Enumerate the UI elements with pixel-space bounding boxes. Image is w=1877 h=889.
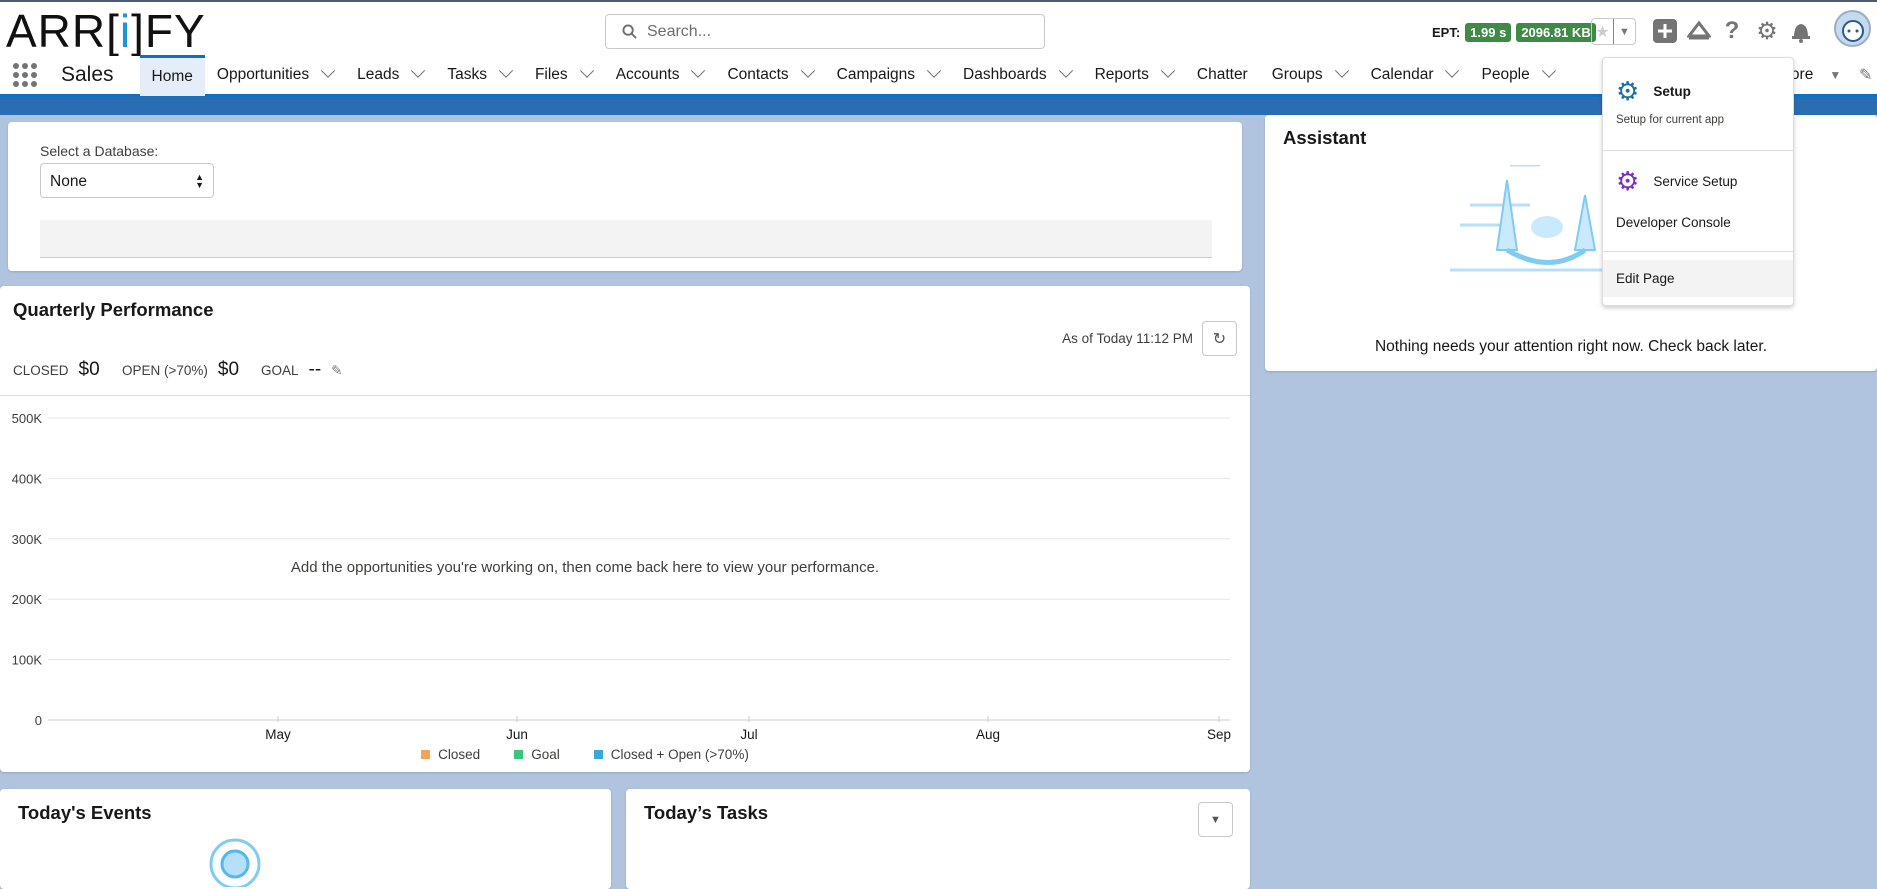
service-setup-gear-icon: ⚙: [1616, 166, 1640, 196]
legend-item[interactable]: Closed + Open (>70%): [593, 747, 749, 762]
nav-item-dashboards[interactable]: Dashboards: [951, 55, 1083, 96]
x-tick-label: Sep: [1207, 727, 1231, 742]
database-selector-card: Select a Database: None ▲ ▼: [8, 122, 1242, 271]
nav-item-leads[interactable]: Leads: [345, 55, 435, 96]
y-tick-label: 300K: [12, 532, 43, 547]
todays-events-card: Today's Events: [0, 789, 611, 889]
nav-item-contacts[interactable]: Contacts: [715, 55, 824, 96]
avatar[interactable]: [1834, 10, 1871, 47]
page-banner: [0, 97, 1877, 115]
favorites: ★ ▼: [1591, 18, 1636, 45]
chevron-down-icon[interactable]: [1541, 63, 1556, 78]
chevron-down-icon[interactable]: [691, 63, 706, 78]
setup-menu: ⚙ Setup Setup for current app ⚙ Service Se…: [1602, 57, 1794, 306]
logo[interactable]: ARR[i]FY: [6, 4, 206, 58]
chevron-down-icon[interactable]: [498, 63, 514, 78]
caret-down-icon: ▼: [1829, 68, 1842, 82]
nav-item-opportunities[interactable]: Opportunities: [205, 55, 345, 96]
nav-item-accounts[interactable]: Accounts: [604, 55, 716, 96]
menu-item-edit-page[interactable]: Edit Page: [1616, 271, 1675, 286]
ept-size-badge: 2096.81 KB: [1516, 23, 1596, 42]
refresh-icon: ↻: [1212, 330, 1227, 348]
chart-legend: Closed Goal Closed + Open (>70%): [0, 747, 1250, 762]
y-tick-label: 400K: [12, 471, 43, 486]
x-tick-label: May: [265, 727, 291, 742]
legend-swatch: [593, 750, 603, 759]
star-icon[interactable]: ★: [1592, 19, 1613, 44]
trailhead-icon[interactable]: [1686, 18, 1712, 44]
chevron-down-icon[interactable]: [1334, 63, 1349, 78]
edit-nav-pencil-icon[interactable]: ✎: [1859, 65, 1872, 85]
nav-item-calendar[interactable]: Calendar: [1359, 55, 1470, 96]
nav-item-home[interactable]: Home: [139, 54, 205, 96]
x-tick-label: Aug: [976, 727, 1000, 742]
x-tick-label: Jun: [506, 727, 528, 742]
app-name: Sales: [61, 63, 114, 86]
y-tick-label: 100K: [12, 653, 43, 668]
y-tick-label: 0: [35, 713, 42, 728]
ept-time-badge: 1.99 s: [1465, 23, 1512, 42]
menu-item-service-setup[interactable]: ⚙ Service Setup: [1616, 166, 1737, 197]
todays-tasks-card: Today’s Tasks ▼: [626, 789, 1250, 889]
events-illustration: [209, 838, 261, 887]
legend-item[interactable]: Goal: [514, 747, 560, 762]
y-tick-label: 500K: [12, 411, 43, 426]
database-select[interactable]: None ▲ ▼: [40, 163, 214, 198]
legend-swatch: [514, 750, 524, 759]
chevron-down-icon[interactable]: [1160, 63, 1175, 78]
chevron-down-icon[interactable]: [926, 63, 942, 78]
notifications-bell-icon[interactable]: [1788, 18, 1814, 44]
setup-gear-icon: ⚙: [1616, 76, 1640, 106]
tasks-filter-dropdown[interactable]: ▼: [1198, 802, 1233, 837]
nav-item-reports[interactable]: Reports: [1083, 55, 1185, 96]
chevron-down-icon[interactable]: [411, 63, 426, 78]
refresh-button[interactable]: ↻: [1202, 321, 1237, 356]
chevron-down-icon[interactable]: [800, 63, 815, 78]
legend-item[interactable]: Closed: [421, 747, 480, 762]
nav-item-files[interactable]: Files: [523, 55, 604, 96]
nav-item-campaigns[interactable]: Campaigns: [825, 55, 951, 96]
chevron-down-icon[interactable]: [321, 63, 336, 78]
chevron-down-icon[interactable]: [579, 63, 594, 78]
y-tick-label: 200K: [12, 592, 43, 607]
legend-swatch: [421, 750, 431, 759]
menu-item-developer-console[interactable]: Developer Console: [1616, 215, 1731, 230]
quarterly-performance-card: Quarterly Performance As of Today 11:12 …: [0, 286, 1250, 772]
app-nav-bar: Sales Home Opportunities Leads Tasks Files Ac…: [0, 54, 1877, 97]
setup-gear-icon[interactable]: ⚙: [1754, 18, 1780, 45]
performance-chart: 0 100K 200K 300K 400K 500K May Jun Jul Aug Sep: [12, 411, 1231, 742]
nav-item-tasks[interactable]: Tasks: [435, 55, 523, 96]
app-launcher-icon[interactable]: [13, 63, 39, 87]
card-title: Quarterly Performance: [13, 299, 214, 320]
search-input[interactable]: Search...: [605, 14, 1045, 49]
global-create-icon[interactable]: [1652, 18, 1678, 44]
nav-item-groups[interactable]: Groups: [1260, 55, 1359, 96]
chevron-down-icon[interactable]: [1445, 63, 1460, 78]
chart-empty-message: Add the opportunities you're working on,…: [290, 559, 880, 576]
search-icon: [622, 24, 637, 39]
menu-item-setup[interactable]: ⚙ Setup: [1616, 76, 1691, 107]
x-tick-label: Jul: [740, 727, 757, 742]
help-icon[interactable]: ?: [1719, 17, 1745, 44]
caret-down-icon: ▼: [1210, 813, 1221, 826]
database-content-area: [40, 220, 1212, 258]
chevron-down-icon[interactable]: [1058, 63, 1073, 78]
ept-indicator: EPT: 1.99 s 2096.81 KB: [1432, 23, 1596, 42]
nav-item-chatter[interactable]: Chatter: [1185, 55, 1260, 96]
favorites-dropdown-icon[interactable]: ▼: [1613, 19, 1635, 44]
edit-goal-pencil-icon[interactable]: ✎: [331, 363, 342, 379]
nav-item-people[interactable]: People: [1469, 55, 1565, 96]
select-arrows-icon: ▲ ▼: [195, 172, 204, 190]
global-header: ARR[i]FY Search... EPT: 1.99 s 2096.81 K…: [0, 0, 1877, 58]
